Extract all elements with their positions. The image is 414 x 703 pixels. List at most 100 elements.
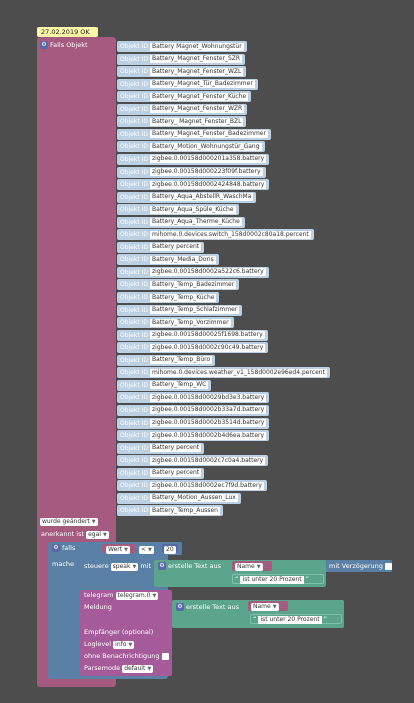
object-id-block[interactable]: Objekt ID Battery_Motion_Wohnungstür_Gang bbox=[117, 141, 265, 153]
object-id-block[interactable]: Objekt ID Battery Magnet_Wohnungstür bbox=[117, 41, 247, 52]
telegram-name-dropdown[interactable]: Name ▼ bbox=[251, 602, 279, 611]
object-id-row[interactable]: Objekt ID zigbee.0.00158d0002ec7f9d.batte… bbox=[117, 480, 267, 492]
object-id-value[interactable]: Battery_Magnet_Tür_Badezimmer bbox=[150, 80, 255, 89]
object-id-value[interactable]: Battery_Temp_Schlafzimmer bbox=[150, 306, 240, 315]
object-id-block[interactable]: Objekt ID Battery_Media_Doris bbox=[117, 254, 219, 266]
object-id-value[interactable]: Battery_Temp_Badezimmer bbox=[150, 280, 237, 289]
object-id-row[interactable]: Objekt ID mihome.0.devices.weather_v1_158… bbox=[117, 367, 330, 379]
object-id-row[interactable]: Objekt ID Battery_Magnet_Fenster_WZR bbox=[117, 103, 248, 115]
object-id-block[interactable]: Objekt ID Battery_Temp_Küche bbox=[117, 292, 220, 303]
block-comment[interactable]: 27.02.2019 OK bbox=[37, 27, 98, 37]
object-id-block[interactable]: Objekt ID Battery_Aqua_Spüle_Küche bbox=[117, 204, 239, 216]
object-id-block[interactable]: Objekt ID zigbee.0.00158d000223f09f.batte… bbox=[117, 166, 266, 178]
object-id-row[interactable]: Objekt ID zigbee.0.00158d0002a522c6.batte… bbox=[117, 266, 269, 278]
telegram-text-string-value[interactable]: ist unter 20 Prozent bbox=[258, 616, 322, 624]
object-id-row[interactable]: Objekt ID zigbee.0.00158d0002b4d6ea.batte… bbox=[117, 430, 270, 442]
object-id-value[interactable]: Battery_Temp_Küche bbox=[150, 293, 217, 302]
text-string-value[interactable]: ist unter 20 Prozent bbox=[240, 576, 304, 584]
object-id-row[interactable]: Objekt ID Battery Magnet_Wohnungstür bbox=[117, 41, 247, 52]
object-id-block[interactable]: Objekt ID Battery_Magnet_Fenster_Badezimm… bbox=[117, 128, 271, 140]
object-id-value[interactable]: Battery_Temp_Vorzimmer bbox=[150, 318, 231, 327]
object-id-row[interactable]: Objekt ID Battery_Temp_Büro bbox=[117, 354, 216, 366]
variable-dropdown[interactable]: Wert ▼ bbox=[106, 545, 130, 554]
object-id-row[interactable]: Objekt ID Battery_Media_Doris bbox=[117, 254, 219, 266]
gear-icon[interactable]: ⚙ bbox=[158, 562, 166, 570]
object-id-row[interactable]: Objekt ID zigbee.0.00158d0002c90c49.batte… bbox=[117, 342, 269, 354]
object-id-row[interactable]: Objekt ID Battery percent bbox=[117, 467, 205, 479]
object-id-value[interactable]: zigbee.0.00158d0002c90c49.battery bbox=[150, 343, 266, 352]
object-id-value[interactable]: mihome.0.devices.weather_v1_158d0002e96e… bbox=[150, 368, 327, 377]
object-id-block[interactable]: Objekt ID Battery_Magnet_Fenster_WZL bbox=[117, 66, 247, 78]
object-id-row[interactable]: Objekt ID zigbee.0.00158d000223f09f.batte… bbox=[117, 166, 266, 178]
object-id-value[interactable]: Battery percent bbox=[150, 469, 202, 478]
object-id-row[interactable]: Objekt ID Battery_Motion_Aussen_Lux bbox=[117, 492, 241, 504]
object-id-value[interactable]: Battery percent bbox=[150, 444, 202, 453]
verzoegerung-checkbox[interactable] bbox=[385, 562, 392, 570]
object-id-value[interactable]: Battery_Media_Doris bbox=[150, 255, 216, 264]
object-id-value[interactable]: Battery_Motion_Wohnungstür_Gang bbox=[150, 142, 262, 151]
object-id-row[interactable]: Objekt ID Battery_Magnet_Tür_Badezimmer bbox=[117, 78, 258, 90]
object-id-row[interactable]: Objekt ID Battery_Magnet_Fenster_SZR bbox=[117, 53, 246, 65]
object-id-row[interactable]: Objekt ID zigbee.0.00158d0002424848.batte… bbox=[117, 179, 270, 191]
object-id-value[interactable]: Battery Magnet_Wohnungstür bbox=[150, 42, 244, 51]
object-id-value[interactable]: Battery percent bbox=[150, 243, 202, 252]
object-id-value[interactable]: Battery_Magnet_Fenster_SZR bbox=[150, 55, 243, 64]
object-id-row[interactable]: Objekt ID zigbee.0.00158d0002b3514d.batte… bbox=[117, 417, 270, 429]
ohne-checkbox[interactable] bbox=[161, 652, 169, 660]
object-id-row[interactable]: Objekt ID Battery_Motion_Wohnungstür_Gang bbox=[117, 141, 265, 153]
object-id-block[interactable]: Objekt ID zigbee.0.00158d0002b3514d.batte… bbox=[117, 417, 270, 429]
object-id-value[interactable]: zigbee.0.00158d0002b33a7d.battery bbox=[150, 406, 267, 415]
object-id-row[interactable]: Objekt ID zigbee.0.00158d00025f1698.batte… bbox=[117, 329, 268, 341]
anerkannt-dropdown[interactable]: egal ▼ bbox=[86, 531, 109, 539]
object-id-block[interactable]: Objekt ID zigbee.0.00158d000201a358.batte… bbox=[117, 153, 270, 165]
object-id-block[interactable]: Objekt ID Battery_Magnet_Fenster_SZR bbox=[117, 53, 246, 65]
gear-icon[interactable]: ⚙ bbox=[176, 603, 184, 611]
operator-dropdown[interactable]: < ▼ bbox=[139, 545, 154, 554]
object-id-row[interactable]: Objekt ID Battery_Temp_Küche bbox=[117, 292, 220, 303]
object-id-row[interactable]: Objekt ID zigbee.0.00158d00029bd3e3.batte… bbox=[117, 392, 270, 404]
object-id-row[interactable]: Objekt ID zigbee.0.00158d0002b33a7d.batte… bbox=[117, 404, 270, 416]
object-id-block[interactable]: Objekt ID Battery percent bbox=[117, 442, 205, 454]
object-id-row[interactable]: Objekt ID Battery_Temp_Schlafzimmer bbox=[117, 304, 243, 316]
object-id-row[interactable]: Objekt ID Battery_Aqua_Therme_Küche bbox=[117, 216, 245, 228]
object-id-block[interactable]: Objekt ID Battery_ Magnet_Fenster_BZL bbox=[117, 116, 247, 128]
object-id-row[interactable]: Objekt ID mihome.0.devices.switch_158d000… bbox=[117, 229, 314, 241]
gear-icon[interactable]: ⚙ bbox=[52, 544, 60, 552]
object-id-value[interactable]: Battery_Aqua_Spüle_Küche bbox=[150, 205, 236, 214]
object-id-block[interactable]: Objekt ID mihome.0.devices.weather_v1_158… bbox=[117, 367, 330, 379]
speak-dropdown[interactable]: speak ▼ bbox=[110, 563, 139, 571]
object-id-value[interactable]: zigbee.0.00158d00025f1698.battery bbox=[150, 331, 265, 340]
object-id-value[interactable]: Battery_Motion_Aussen_Lux bbox=[150, 494, 238, 503]
object-id-value[interactable]: Battery_Temp_Büro bbox=[150, 356, 213, 365]
object-id-value[interactable]: zigbee.0.00158d00029bd3e3.battery bbox=[150, 393, 267, 402]
object-id-row[interactable]: Objekt ID Battery_Magnet_Fenster_Küche bbox=[117, 91, 252, 103]
gear-icon[interactable]: ⚙ bbox=[40, 41, 48, 49]
object-id-block[interactable]: Objekt ID zigbee.0.00158d0002b4d6ea.batte… bbox=[117, 430, 270, 442]
object-id-value[interactable]: zigbee.0.00158d000201a358.battery bbox=[150, 155, 267, 164]
object-id-value[interactable]: zigbee.0.00158d0002b4d6ea.battery bbox=[150, 431, 267, 440]
object-id-value[interactable]: Battery_Aqua_AbstellR_WaschMa bbox=[150, 193, 254, 202]
object-id-block[interactable]: Objekt ID zigbee.0.00158d0002a522c6.batte… bbox=[117, 266, 269, 278]
telegram-instance-dropdown[interactable]: telegram.0 ▼ bbox=[115, 592, 159, 600]
object-id-block[interactable]: Objekt ID zigbee.0.00158d0002c90c49.batte… bbox=[117, 342, 269, 354]
object-id-row[interactable]: Objekt ID Battery_Temp_Vorzimmer bbox=[117, 317, 234, 329]
object-id-row[interactable]: Objekt ID Battery_Temp_Badezimmer bbox=[117, 279, 240, 291]
object-id-value[interactable]: zigbee.0.00158d0002a522c6.battery bbox=[150, 268, 266, 277]
object-id-block[interactable]: Objekt ID zigbee.0.00158d00029bd3e3.batte… bbox=[117, 392, 270, 404]
object-id-row[interactable]: Objekt ID Battery percent bbox=[117, 241, 205, 253]
object-id-block[interactable]: Objekt ID Battery_Magnet_Tür_Badezimmer bbox=[117, 78, 258, 90]
object-id-value[interactable]: Battery_Magnet_Fenster_Küche bbox=[150, 92, 249, 101]
object-id-row[interactable]: Objekt ID Battery_Magnet_Fenster_WZL bbox=[117, 66, 247, 78]
object-id-block[interactable]: Objekt ID Battery percent bbox=[117, 241, 205, 253]
object-id-block[interactable]: Objekt ID Battery_Motion_Aussen_Lux bbox=[117, 492, 241, 504]
object-id-block[interactable]: Objekt ID zigbee.0.00158d00025f1698.batte… bbox=[117, 329, 268, 341]
object-id-block[interactable]: Objekt ID zigbee.0.00158d0002b33a7d.batte… bbox=[117, 404, 270, 416]
object-id-value[interactable]: Battery_ Magnet_Fenster_BZL bbox=[150, 117, 244, 126]
number-value[interactable]: 20 bbox=[164, 545, 176, 554]
object-id-block[interactable]: Objekt ID Battery_Magnet_Fenster_WZR bbox=[117, 103, 248, 115]
object-id-row[interactable]: Objekt ID Battery_Aqua_Spüle_Küche bbox=[117, 204, 239, 216]
parsemode-dropdown[interactable]: default ▼ bbox=[122, 665, 154, 673]
object-id-row[interactable]: Objekt ID Battery_Temp_Aussen bbox=[117, 505, 223, 517]
object-id-block[interactable]: Objekt ID zigbee.0.00158d0002424848.batte… bbox=[117, 179, 270, 191]
object-id-block[interactable]: Objekt ID Battery_Temp_Aussen bbox=[117, 505, 223, 517]
